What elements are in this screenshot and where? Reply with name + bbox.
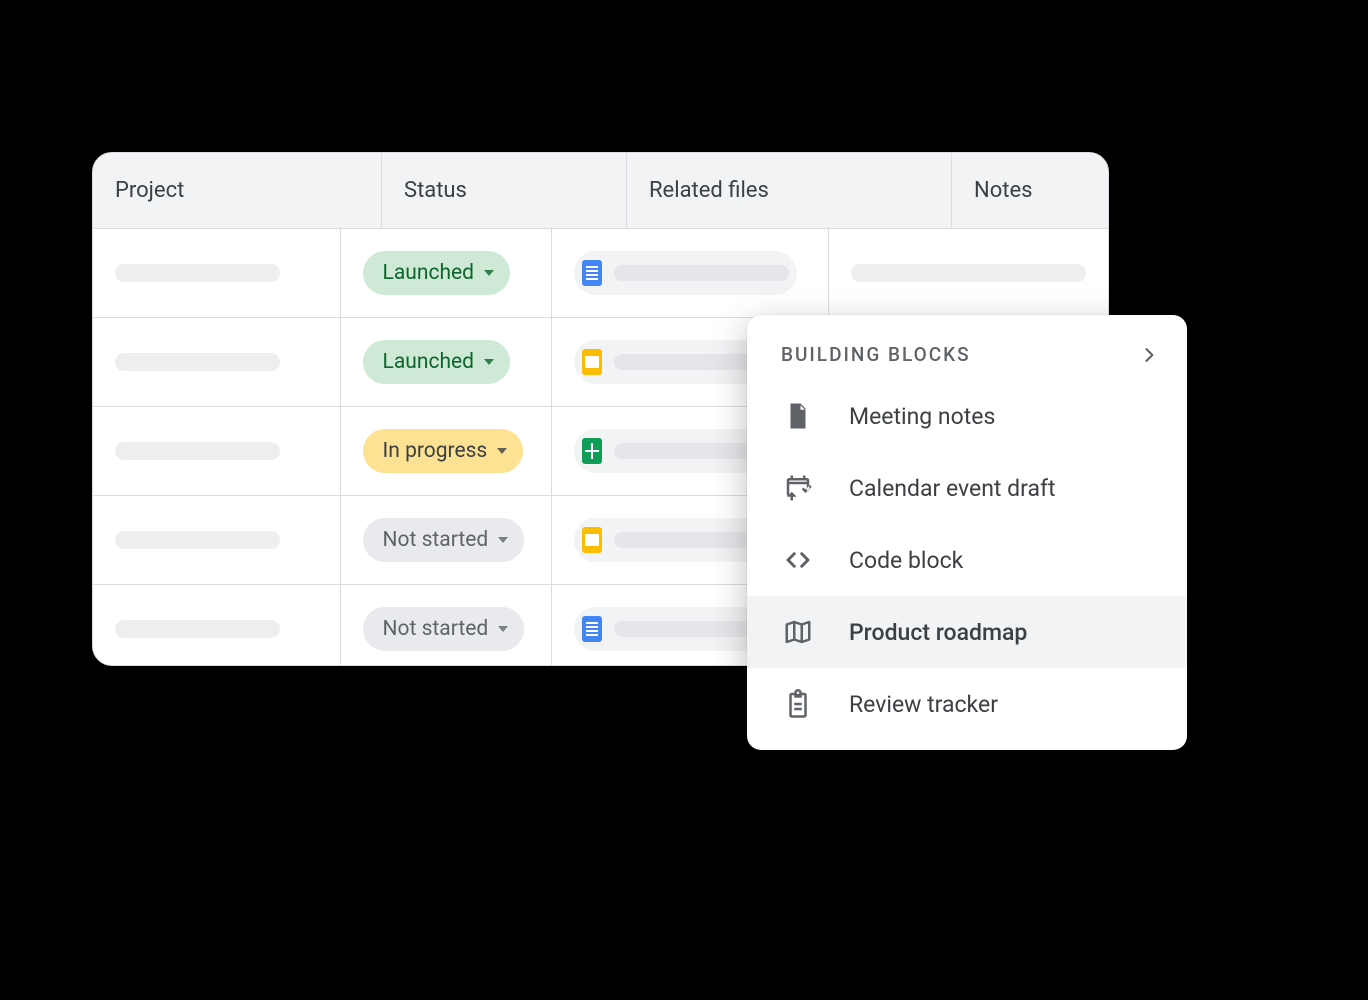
code-icon xyxy=(781,543,815,577)
file-icon xyxy=(781,399,815,433)
status-dropdown[interactable]: In progress xyxy=(363,429,524,473)
column-header-status: Status xyxy=(382,153,627,228)
placeholder xyxy=(115,353,280,371)
placeholder xyxy=(115,620,280,638)
status-dropdown[interactable]: Launched xyxy=(363,340,510,384)
chevron-right-icon[interactable] xyxy=(1139,345,1159,365)
menu-item-meeting-notes[interactable]: Meeting notes xyxy=(747,380,1187,452)
menu-item-product-roadmap[interactable]: Product roadmap xyxy=(747,596,1187,668)
placeholder xyxy=(614,265,789,281)
status-label: Not started xyxy=(383,528,489,552)
chevron-down-icon xyxy=(497,448,507,454)
menu-item-label: Meeting notes xyxy=(849,403,995,430)
placeholder xyxy=(115,531,280,549)
column-header-notes: Notes xyxy=(952,153,1108,228)
map-icon xyxy=(781,615,815,649)
placeholder xyxy=(115,264,280,282)
chevron-down-icon xyxy=(484,359,494,365)
menu-item-label: Code block xyxy=(849,547,963,574)
column-header-project: Project xyxy=(93,153,382,228)
sheets-icon xyxy=(582,438,602,464)
status-label: In progress xyxy=(383,439,488,463)
placeholder xyxy=(115,442,280,460)
menu-item-label: Calendar event draft xyxy=(849,475,1055,502)
chevron-down-icon xyxy=(484,270,494,276)
menu-item-code-block[interactable]: Code block xyxy=(747,524,1187,596)
table-row: Launched xyxy=(93,228,1108,317)
building-blocks-menu[interactable]: BUILDING BLOCKS Meeting notes Calendar e… xyxy=(747,315,1187,750)
menu-item-review-tracker[interactable]: Review tracker xyxy=(747,668,1187,740)
table-header-row: Project Status Related files Notes xyxy=(93,153,1108,228)
status-dropdown[interactable]: Not started xyxy=(363,607,525,651)
chevron-down-icon xyxy=(498,626,508,632)
status-label: Launched xyxy=(383,261,474,285)
status-label: Launched xyxy=(383,350,474,374)
column-header-files: Related files xyxy=(627,153,952,228)
calendar-icon xyxy=(781,471,815,505)
status-dropdown[interactable]: Not started xyxy=(363,518,525,562)
slides-icon xyxy=(582,349,602,375)
slides-icon xyxy=(582,527,602,553)
menu-item-label: Review tracker xyxy=(849,691,998,718)
docs-icon xyxy=(582,616,602,642)
chevron-down-icon xyxy=(498,537,508,543)
docs-icon xyxy=(582,260,602,286)
menu-item-calendar-event[interactable]: Calendar event draft xyxy=(747,452,1187,524)
placeholder xyxy=(851,264,1086,282)
menu-item-label: Product roadmap xyxy=(849,619,1027,646)
status-label: Not started xyxy=(383,617,489,641)
clipboard-icon xyxy=(781,687,815,721)
file-chip[interactable] xyxy=(574,251,797,295)
menu-title: BUILDING BLOCKS xyxy=(781,343,971,366)
status-dropdown[interactable]: Launched xyxy=(363,251,510,295)
menu-header: BUILDING BLOCKS xyxy=(747,339,1187,380)
